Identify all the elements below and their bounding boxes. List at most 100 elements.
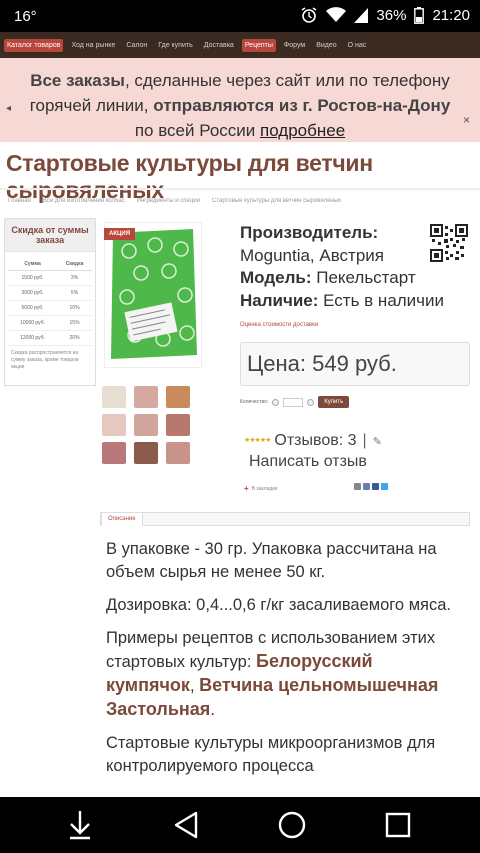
availability-label: Наличие: <box>240 290 319 310</box>
breadcrumb-home[interactable]: Главная <box>8 198 31 204</box>
nav-where-to-buy[interactable]: Где купить <box>155 39 195 52</box>
wifi-icon <box>326 7 347 23</box>
nav-about[interactable]: О нас <box>345 39 370 52</box>
discount-col-disc: Скидка <box>57 258 92 271</box>
description-paragraph-4: Стартовые культуры микроорганизмов для к… <box>106 734 436 775</box>
quantity-increase[interactable] <box>307 398 315 406</box>
quantity-label: Количество: <box>240 399 269 405</box>
price-box: Цена: 549 руб. <box>240 342 470 386</box>
reviews-count[interactable]: Отзывов: 3 <box>274 432 356 449</box>
table-row: 3000 руб. 5% <box>8 285 92 301</box>
shipping-notice: ◂ Все заказы, сделанные через сайт или п… <box>0 58 480 142</box>
discount-col-sum: Сумма <box>8 258 58 271</box>
thumbnail[interactable] <box>102 414 126 436</box>
recipes-comma: , <box>189 677 200 695</box>
quantity-input[interactable] <box>283 397 304 407</box>
nav-salon[interactable]: Салон <box>123 39 150 52</box>
nav-catalog[interactable]: Каталог товаров <box>4 38 64 52</box>
quantity-row: Количество: Купить <box>240 396 350 408</box>
print-share-icon[interactable] <box>363 483 370 490</box>
reviews-separator: | <box>362 432 367 450</box>
table-row: 5000 руб. 10% <box>8 300 92 316</box>
recent-apps-icon[interactable] <box>380 807 416 843</box>
alarm-icon <box>300 6 318 24</box>
thumbnail[interactable] <box>102 442 126 464</box>
description-paragraph-1: В упаковке - 30 гр. Упаковка рассчитана … <box>106 540 437 581</box>
tab-description[interactable]: Описание <box>101 512 143 526</box>
discount-sum: 3000 руб. <box>8 285 58 301</box>
discount-value: 10% <box>57 300 92 316</box>
model-label: Модель: <box>240 268 312 287</box>
breadcrumb: Главная Все для изготовления колбас Ингр… <box>8 198 472 204</box>
quantity-decrease[interactable] <box>272 398 280 406</box>
notice-more-link[interactable]: подробнее <box>260 121 345 140</box>
product-price: Цена: 549 руб. <box>247 351 397 376</box>
title-divider <box>0 188 480 190</box>
buy-button[interactable]: Купить <box>318 396 350 408</box>
thumbnail[interactable] <box>166 442 190 464</box>
table-row: 10000 руб. 15% <box>8 315 92 331</box>
nav-delivery[interactable]: Доставка <box>201 39 237 52</box>
availability-value: Есть в наличии <box>323 290 445 310</box>
twitter-share-icon[interactable] <box>381 483 388 490</box>
breadcrumb-sausage[interactable]: Все для изготовления колбас <box>43 198 125 204</box>
thumbnail[interactable] <box>166 386 190 408</box>
write-review-link[interactable]: Написать отзыв <box>249 453 367 471</box>
discount-value: 3% <box>57 270 92 286</box>
bookmark-link[interactable]: + В закладки <box>244 484 277 493</box>
nav-market[interactable]: Ход на рынке <box>68 39 118 52</box>
system-nav-bar <box>0 797 480 853</box>
product-image[interactable] <box>104 222 202 368</box>
discount-title: Скидка от суммы заказа <box>5 219 95 252</box>
back-icon[interactable] <box>168 807 204 843</box>
discount-table: Сумма Скидка 1500 руб. 3% 3000 руб. 5% 500… <box>8 258 92 346</box>
thumbnail[interactable] <box>102 386 126 408</box>
notice-bold-1: Все заказы <box>30 71 125 90</box>
reviews-row: ★★★★★ Отзывов: 3 | ✎ <box>244 430 382 453</box>
battery-percent: 36% <box>376 6 407 24</box>
hide-keyboard-icon[interactable] <box>62 807 98 843</box>
recipes-period: . <box>210 701 215 719</box>
discount-sum: 1500 руб. <box>8 270 58 286</box>
notice-close-icon[interactable]: × <box>463 108 470 133</box>
discount-note: Скидка распространяется на сумму заказа,… <box>11 350 79 370</box>
nav-recipes[interactable]: Рецепты <box>241 38 276 52</box>
page-title: Стартовые культуры для ветчин сыровялены… <box>6 150 373 203</box>
thumbnail[interactable] <box>134 442 158 464</box>
nav-video[interactable]: Видео <box>313 39 339 52</box>
email-share-icon[interactable] <box>354 483 361 490</box>
nav-forum[interactable]: Форум <box>281 39 308 52</box>
breadcrumb-ingredients[interactable]: Ингредиенты и специи <box>137 198 200 204</box>
site-nav: Каталог товаров Ход на рынке Салон Где к… <box>0 32 480 58</box>
battery-icon <box>414 6 425 24</box>
table-row: 12000 руб. 20% <box>8 330 92 346</box>
plus-icon: + <box>244 484 249 493</box>
discount-sum: 10000 руб. <box>8 315 58 331</box>
discount-value: 20% <box>57 330 92 346</box>
share-buttons <box>354 483 388 490</box>
description-paragraph-3: Примеры рецептов с использованием этих с… <box>106 627 458 722</box>
pencil-icon: ✎ <box>372 436 382 449</box>
thumbnail[interactable] <box>134 386 158 408</box>
qr-code-icon <box>430 224 468 262</box>
product-description: В упаковке - 30 гр. Упаковка рассчитана … <box>106 538 458 788</box>
discount-value: 5% <box>57 285 92 301</box>
promo-badge: АКЦИЯ <box>104 228 136 240</box>
thumbnail[interactable] <box>134 414 158 436</box>
signal-icon <box>354 7 369 23</box>
notice-arrow-icon: ◂ <box>6 103 12 114</box>
thumbnail[interactable] <box>166 414 190 436</box>
weather-temp: 16° <box>14 8 37 25</box>
home-icon[interactable] <box>274 807 310 843</box>
manufacturer-value[interactable]: Moguntia, Австрия <box>240 246 384 265</box>
discount-sum: 12000 руб. <box>8 330 58 346</box>
model-value: Пекельстарт <box>316 268 416 287</box>
discount-box: Скидка от суммы заказа Сумма Скидка 1500… <box>4 218 96 386</box>
table-row: 1500 руб. 3% <box>8 270 92 286</box>
facebook-share-icon[interactable] <box>372 483 379 490</box>
notice-bold-2: отправляются из г. Ростов-на-Дону <box>153 96 451 115</box>
thumbnail-gallery <box>102 386 190 464</box>
description-paragraph-2: Дозировка: 0,4...0,6 г/кг засаливаемого … <box>106 596 451 614</box>
delivery-estimate-link[interactable]: Оценка стоимости доставки <box>240 322 318 328</box>
clock: 21:20 <box>432 6 470 24</box>
